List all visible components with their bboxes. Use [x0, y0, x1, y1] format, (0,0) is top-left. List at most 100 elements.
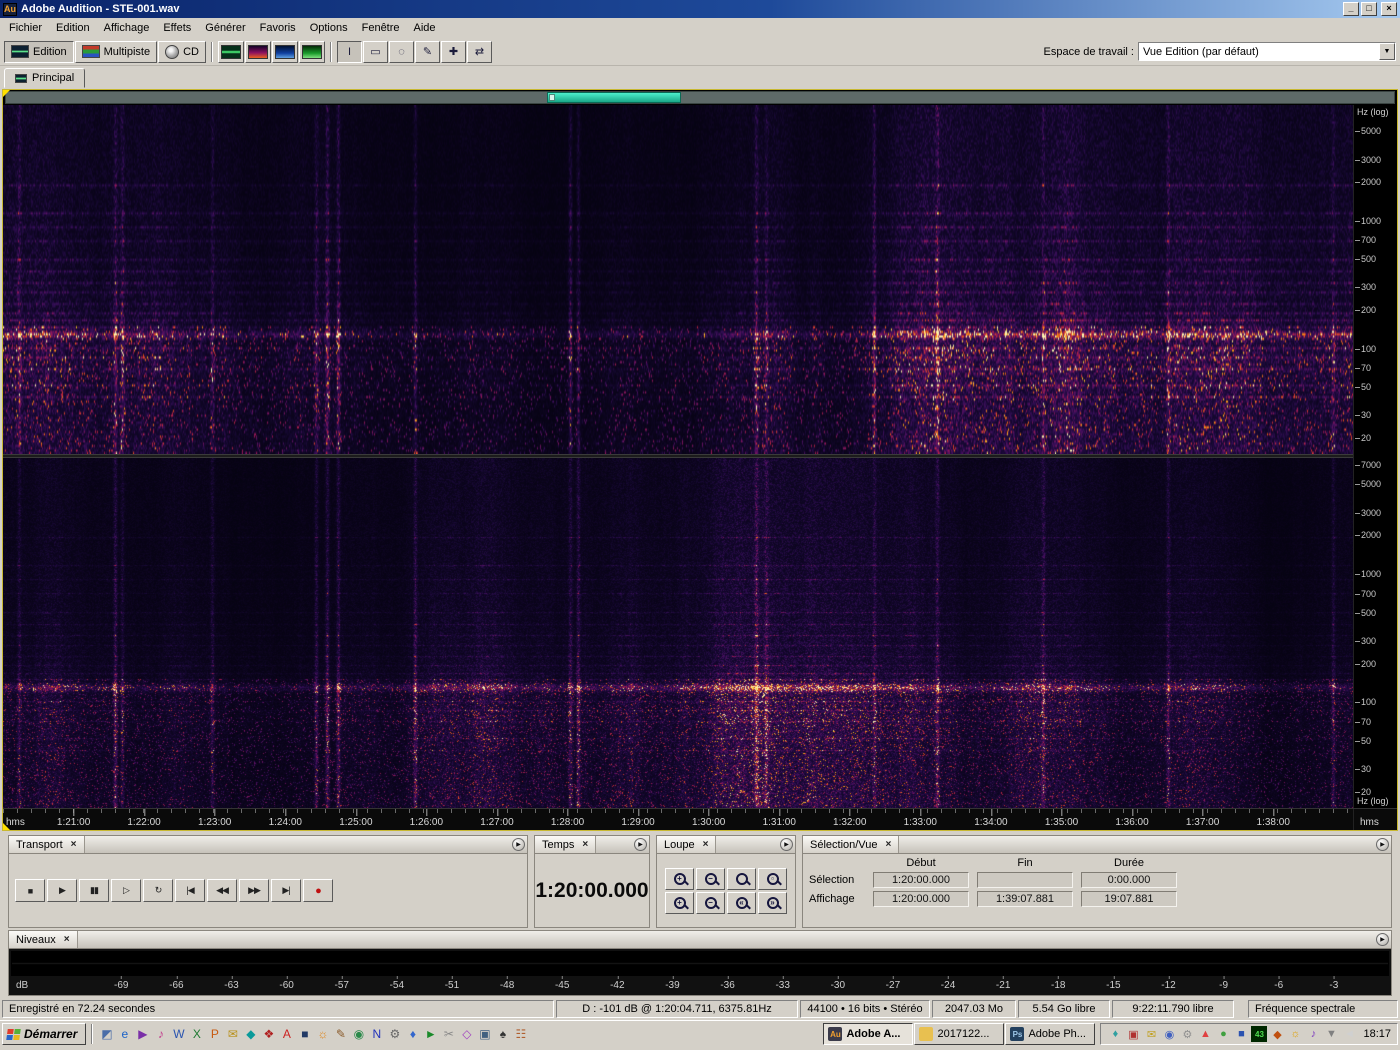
- record-button[interactable]: ●: [303, 879, 333, 902]
- zoom-out-horizontal-button[interactable]: −: [696, 868, 725, 890]
- mode-button-cd[interactable]: CD: [158, 41, 206, 63]
- start-button[interactable]: Démarrer: [2, 1023, 86, 1045]
- tray-icon[interactable]: ■: [1233, 1026, 1249, 1042]
- workspace-dropdown[interactable]: Vue Edition (par défaut) ▼: [1138, 42, 1396, 61]
- quick-launch-icon[interactable]: ♦: [404, 1025, 421, 1043]
- stop-button[interactable]: ■: [15, 879, 45, 902]
- close-icon[interactable]: ×: [885, 839, 891, 850]
- menu-generer[interactable]: Générer: [198, 20, 252, 36]
- tray-icon[interactable]: ♪: [1305, 1026, 1321, 1042]
- quick-launch-icon[interactable]: P: [206, 1025, 223, 1043]
- quick-launch-icon[interactable]: ♪: [152, 1025, 169, 1043]
- zoom-in-vertical-button[interactable]: +: [665, 892, 694, 914]
- menu-favoris[interactable]: Favoris: [253, 20, 303, 36]
- task-button-2017122[interactable]: 2017122...: [914, 1023, 1004, 1045]
- task-button-adobe-a[interactable]: AuAdobe A...: [823, 1023, 913, 1045]
- go-to-end-button[interactable]: ▶|: [271, 879, 301, 902]
- affichage-fin-field[interactable]: 1:39:07.881: [977, 891, 1073, 907]
- quick-launch-icon[interactable]: ☷: [512, 1025, 529, 1043]
- tray-icon[interactable]: ●: [1215, 1026, 1231, 1042]
- tray-icon[interactable]: ⚙: [1179, 1026, 1195, 1042]
- tray-icon[interactable]: ♦: [1107, 1026, 1123, 1042]
- close-icon[interactable]: ×: [703, 839, 709, 850]
- tray-icon[interactable]: ▣: [1125, 1026, 1141, 1042]
- tray-icon[interactable]: ◄: [1341, 1026, 1357, 1042]
- tray-icon[interactable]: ✉: [1143, 1026, 1159, 1042]
- quick-launch-icon[interactable]: ♠: [494, 1025, 511, 1043]
- quick-launch-icon[interactable]: X: [188, 1025, 205, 1043]
- quick-launch-icon[interactable]: W: [170, 1025, 187, 1043]
- quick-launch-icon[interactable]: ✉: [224, 1025, 241, 1043]
- panel-menu-button[interactable]: ▶: [634, 838, 647, 851]
- spectrogram-channel-right[interactable]: [3, 458, 1353, 808]
- play-from-cursor-button[interactable]: ▷: [111, 879, 141, 902]
- chevron-down-icon[interactable]: ▼: [1379, 43, 1395, 60]
- menu-affichage[interactable]: Affichage: [97, 20, 157, 36]
- quick-launch-icon[interactable]: N: [368, 1025, 385, 1043]
- tab-principal[interactable]: Principal: [4, 68, 85, 88]
- menu-fichier[interactable]: Fichier: [2, 20, 49, 36]
- spectral-pan-display-button[interactable]: [272, 41, 298, 63]
- quick-launch-icon[interactable]: ◆: [242, 1025, 259, 1043]
- quick-launch-icon[interactable]: ◉: [350, 1025, 367, 1043]
- quick-launch-icon[interactable]: ▣: [476, 1025, 493, 1043]
- scrub-tool[interactable]: ⇄: [467, 41, 492, 63]
- mode-button-multipiste[interactable]: Multipiste: [75, 41, 157, 63]
- menu-aide[interactable]: Aide: [407, 20, 443, 36]
- menu-effets[interactable]: Effets: [156, 20, 198, 36]
- quick-launch-icon[interactable]: ✂: [440, 1025, 457, 1043]
- go-to-beginning-button[interactable]: |◀: [175, 879, 205, 902]
- play-button[interactable]: ▶: [47, 879, 77, 902]
- menu-edition[interactable]: Edition: [49, 20, 97, 36]
- level-meter[interactable]: [11, 951, 1389, 976]
- play-looped-button[interactable]: ↻: [143, 879, 173, 902]
- quick-launch-icon[interactable]: ☼: [314, 1025, 331, 1043]
- fast-forward-button[interactable]: ▶▶: [239, 879, 269, 902]
- quick-launch-icon[interactable]: ✎: [332, 1025, 349, 1043]
- spectral-phase-display-button[interactable]: [299, 41, 325, 63]
- tray-icon[interactable]: 43: [1251, 1026, 1267, 1042]
- timeline-ruler[interactable]: hms 1:21:001:22:001:23:001:24:001:25:001…: [3, 808, 1397, 830]
- task-button-adobe-ph[interactable]: PsAdobe Ph...: [1005, 1023, 1095, 1045]
- close-icon[interactable]: ×: [64, 934, 70, 945]
- spectral-frequency-display-button[interactable]: [245, 41, 271, 63]
- overview-range-handle[interactable]: [549, 94, 555, 101]
- tray-icon[interactable]: ▼: [1323, 1026, 1339, 1042]
- panel-menu-button[interactable]: ▶: [1376, 838, 1389, 851]
- panel-menu-button[interactable]: ▶: [512, 838, 525, 851]
- zoom-out-vertical-button[interactable]: −: [696, 892, 725, 914]
- overview-scrollbar[interactable]: [5, 91, 1395, 104]
- affichage-duree-field[interactable]: 19:07.881: [1081, 891, 1177, 907]
- quick-launch-icon[interactable]: ❖: [260, 1025, 277, 1043]
- pause-button[interactable]: ▮▮: [79, 879, 109, 902]
- quick-launch-icon[interactable]: e: [116, 1025, 133, 1043]
- waveform-display-button[interactable]: [218, 41, 244, 63]
- zoom-selection-right-edge-button[interactable]: »: [758, 892, 787, 914]
- panel-menu-button[interactable]: ▶: [1376, 933, 1389, 946]
- quick-launch-icon[interactable]: ◇: [458, 1025, 475, 1043]
- close-icon[interactable]: ×: [582, 839, 588, 850]
- panel-menu-button[interactable]: ▶: [780, 838, 793, 851]
- affichage-debut-field[interactable]: 1:20:00.000: [873, 891, 969, 907]
- zoom-out-full-button[interactable]: [727, 868, 756, 890]
- zoom-to-selection-button[interactable]: ▫: [758, 868, 787, 890]
- quick-launch-icon[interactable]: ◩: [98, 1025, 115, 1043]
- time-selection-tool[interactable]: I: [337, 41, 362, 63]
- menu-options[interactable]: Options: [303, 20, 355, 36]
- overview-view-range[interactable]: [547, 92, 680, 103]
- close-button[interactable]: ×: [1381, 2, 1397, 16]
- quick-launch-icon[interactable]: ■: [296, 1025, 313, 1043]
- quick-launch-icon[interactable]: ▶: [134, 1025, 151, 1043]
- selection-fin-field[interactable]: [977, 872, 1073, 888]
- menu-fenetre[interactable]: Fenêtre: [355, 20, 407, 36]
- quick-launch-icon[interactable]: A: [278, 1025, 295, 1043]
- zoom-in-horizontal-button[interactable]: +: [665, 868, 694, 890]
- tray-icon[interactable]: ◆: [1269, 1026, 1285, 1042]
- effects-paintbrush-tool[interactable]: ✎: [415, 41, 440, 63]
- selection-debut-field[interactable]: 1:20:00.000: [873, 872, 969, 888]
- marquee-selection-tool[interactable]: ▭: [363, 41, 388, 63]
- zoom-selection-left-edge-button[interactable]: «: [727, 892, 756, 914]
- rewind-button[interactable]: ◀◀: [207, 879, 237, 902]
- tray-icon[interactable]: ☼: [1287, 1026, 1303, 1042]
- minimize-button[interactable]: _: [1343, 2, 1359, 16]
